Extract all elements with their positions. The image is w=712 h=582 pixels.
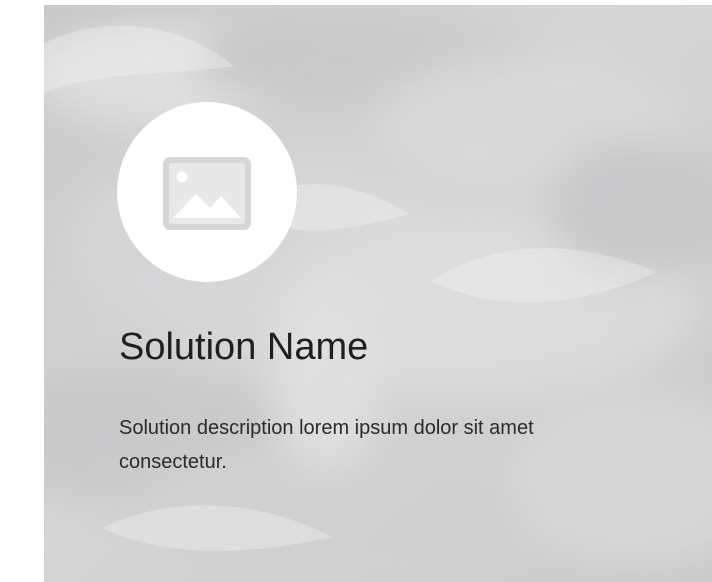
image-placeholder-circle [117, 102, 297, 282]
solution-title: Solution Name [119, 326, 369, 368]
solution-card: Solution Name Solution description lorem… [44, 5, 712, 582]
solution-description: Solution description lorem ipsum dolor s… [119, 417, 534, 473]
image-placeholder-icon [163, 157, 251, 230]
page-canvas: Solution Name Solution description lorem… [0, 0, 712, 582]
cloud-background-image [44, 5, 712, 582]
